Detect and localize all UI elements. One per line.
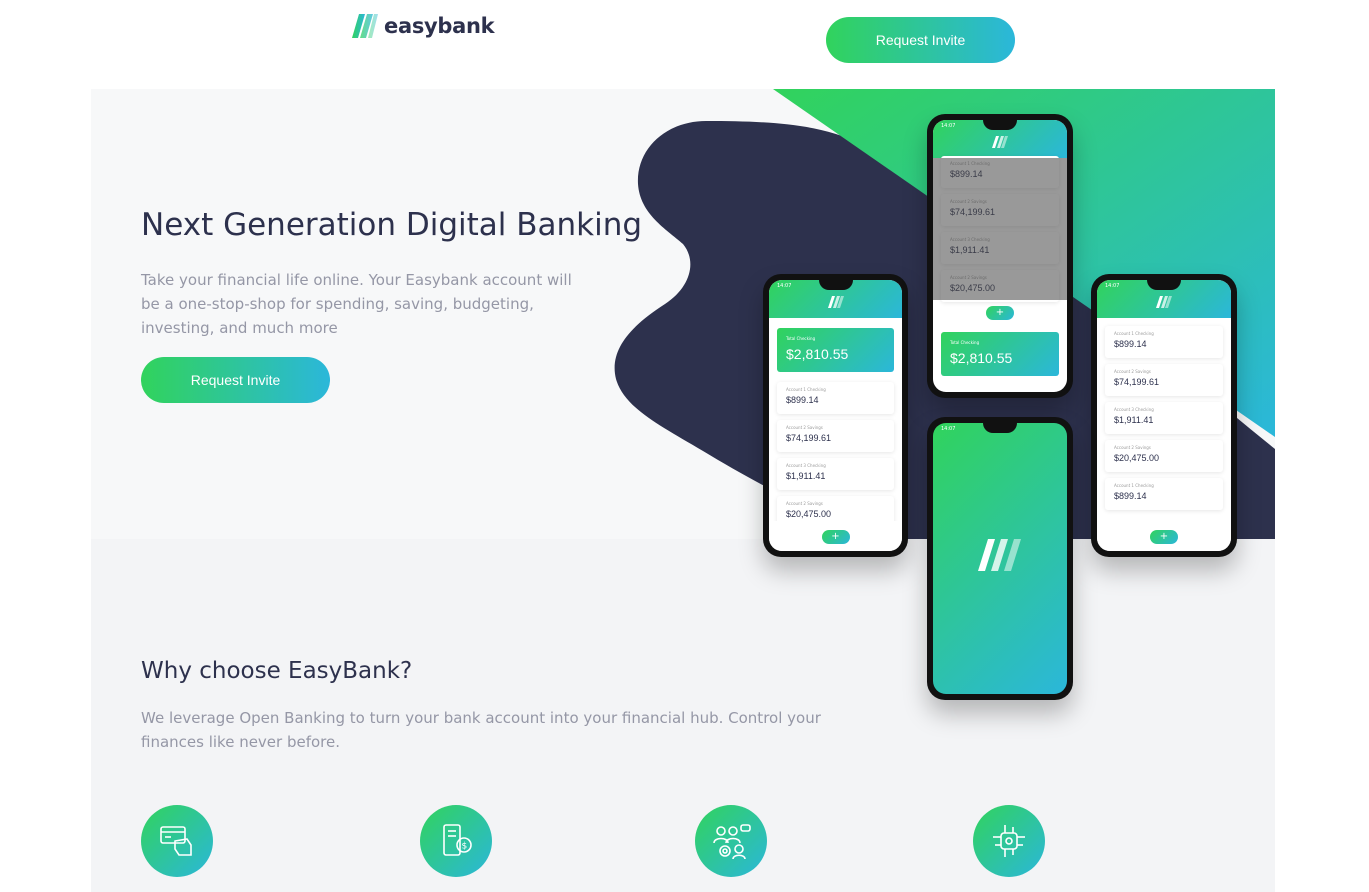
account-card: Account 2 Savings$74,199.61: [1105, 364, 1223, 396]
request-invite-button-hero[interactable]: Request Invite: [141, 357, 330, 403]
phone-mockup-splash: 14:07: [927, 417, 1073, 700]
app-logo-icon: [1156, 296, 1172, 308]
phone-mockup-top: 14:07 Account 1 Checking$899.14 Account …: [927, 114, 1073, 398]
modal-overlay: [933, 158, 1067, 300]
add-button-icon: +: [1150, 530, 1178, 544]
hero-title: Next Generation Digital Banking: [141, 207, 643, 243]
hero-description: Take your financial life online. Your Ea…: [141, 271, 572, 337]
why-description: We leverage Open Banking to turn your ba…: [141, 709, 821, 751]
onboarding-icon: [695, 805, 767, 877]
account-card: Account 2 Savings$74,199.61: [777, 420, 894, 452]
phone-mockup-left: 14:07 Total Checking $2,810.55 Account 1…: [763, 274, 908, 557]
account-card: Account 1 Checking$899.14: [1105, 326, 1223, 358]
phone-mockup-right: 14:07 Account 1 Checking $899.14 Account …: [1091, 274, 1237, 557]
app-logo-icon: [827, 296, 844, 308]
api-icon: [973, 805, 1045, 877]
status-time: 14:07: [777, 283, 792, 289]
request-invite-button-header[interactable]: Request Invite: [826, 17, 1015, 63]
why-title: Why choose EasyBank?: [141, 658, 413, 684]
account-card: Account 1 Checking$899.14: [1105, 478, 1223, 510]
account-card: Account 3 Checking$1,911.41: [1105, 402, 1223, 434]
logo-text: easybank: [384, 14, 495, 38]
account-card: Account 3 Checking$1,911.41: [777, 458, 894, 490]
add-button-icon: +: [986, 306, 1014, 320]
total-checking-card: Total Checking $2,810.55: [777, 328, 894, 372]
total-checking-card: Total Checking $2,810.55: [941, 332, 1059, 376]
account-card: Account 1 Checking$899.14: [777, 382, 894, 414]
app-logo-icon: [992, 136, 1008, 148]
account-card: Account 2 Savings$20,475.00: [1105, 440, 1223, 472]
add-button-icon: +: [821, 530, 850, 544]
logo-mark-icon: [352, 14, 378, 38]
splash-logo-icon: [978, 539, 1021, 571]
budgeting-icon: $: [420, 805, 492, 877]
easybank-logo[interactable]: easybank: [352, 14, 495, 38]
online-banking-icon: [141, 805, 213, 877]
svg-text:$: $: [462, 842, 468, 852]
